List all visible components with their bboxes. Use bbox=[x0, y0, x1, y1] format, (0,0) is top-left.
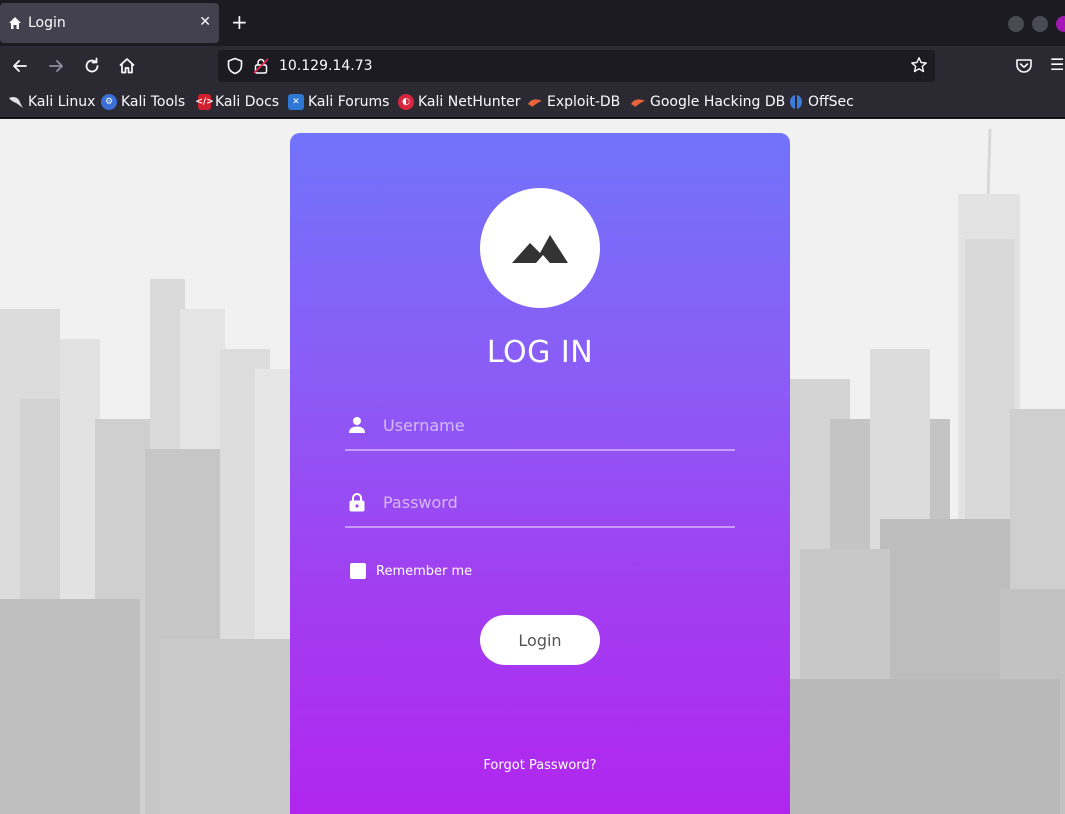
kali-docs-icon: </> bbox=[195, 94, 214, 110]
login-card: LOG IN Remember me Login Forgot Password… bbox=[290, 133, 790, 814]
maximize-window-icon[interactable] bbox=[1032, 16, 1048, 32]
bookmark-label: Exploit-DB bbox=[547, 94, 621, 110]
bookmark-label: Kali Forums bbox=[308, 94, 390, 110]
kali-dragon-icon bbox=[8, 94, 24, 110]
forward-icon[interactable] bbox=[46, 56, 66, 76]
browser-tab-active[interactable]: Login ✕ bbox=[0, 3, 219, 43]
offsec-icon bbox=[788, 94, 804, 110]
bookmarks-toolbar: Kali Linux ⚙ Kali Tools </> Kali Docs ✕ … bbox=[0, 86, 1065, 118]
remember-me-label[interactable]: Remember me bbox=[376, 564, 472, 579]
bookmark-label: Kali Tools bbox=[121, 94, 186, 110]
back-icon[interactable] bbox=[10, 56, 30, 76]
kali-forums-icon: ✕ bbox=[288, 94, 304, 110]
bookmark-label: Kali Linux bbox=[28, 94, 96, 110]
google-hacking-db-icon bbox=[630, 94, 646, 110]
logo-badge bbox=[480, 188, 600, 308]
url-text[interactable]: 10.129.14.73 bbox=[279, 57, 373, 75]
forgot-password-link[interactable]: Forgot Password? bbox=[290, 758, 790, 773]
bookmark-kali-nethunter[interactable]: ◐ Kali NetHunter bbox=[398, 93, 520, 111]
bookmark-star-icon[interactable] bbox=[910, 56, 928, 79]
home-icon[interactable] bbox=[117, 56, 137, 76]
password-input[interactable] bbox=[383, 486, 728, 518]
tab-title: Login bbox=[28, 15, 66, 31]
minimize-window-icon[interactable] bbox=[1008, 16, 1024, 32]
tab-strip: Login ✕ + bbox=[0, 0, 1065, 46]
tracking-protection-icon[interactable] bbox=[226, 57, 244, 75]
password-field bbox=[345, 480, 735, 528]
login-heading: LOG IN bbox=[486, 335, 594, 370]
hamburger-menu-icon[interactable]: ☰ bbox=[1050, 55, 1064, 75]
address-bar[interactable]: 10.129.14.73 bbox=[218, 50, 935, 82]
remember-me-row: Remember me bbox=[350, 563, 472, 579]
bookmark-label: OffSec bbox=[808, 94, 854, 110]
kali-tools-icon: ⚙ bbox=[101, 94, 117, 110]
username-input[interactable] bbox=[383, 409, 728, 441]
username-field bbox=[345, 403, 735, 451]
navigation-toolbar: 10.129.14.73 ☰ bbox=[0, 46, 1065, 86]
bookmark-label: Kali Docs bbox=[215, 94, 280, 110]
insecure-connection-icon[interactable] bbox=[252, 57, 270, 75]
pocket-icon[interactable] bbox=[1014, 56, 1034, 76]
bookmark-google-hacking-db[interactable]: Google Hacking DB bbox=[630, 93, 785, 111]
lock-icon bbox=[348, 492, 366, 512]
login-button[interactable]: Login bbox=[480, 615, 600, 665]
close-window-icon[interactable] bbox=[1056, 16, 1065, 32]
reload-icon[interactable] bbox=[82, 56, 102, 76]
home-favicon-icon bbox=[8, 16, 22, 30]
bookmark-label: Kali NetHunter bbox=[418, 94, 521, 110]
bookmark-offsec[interactable]: OffSec bbox=[788, 93, 854, 111]
user-icon bbox=[348, 415, 366, 435]
bookmark-label: Google Hacking DB bbox=[650, 94, 786, 110]
bookmark-kali-linux[interactable]: Kali Linux bbox=[8, 93, 95, 111]
bookmark-kali-tools[interactable]: ⚙ Kali Tools bbox=[101, 93, 185, 111]
page-viewport: LOG IN Remember me Login Forgot Password… bbox=[0, 119, 1065, 814]
remember-me-checkbox[interactable] bbox=[350, 563, 366, 579]
kali-nethunter-icon: ◐ bbox=[398, 94, 414, 110]
mountain-icon bbox=[512, 235, 568, 263]
bookmark-kali-docs[interactable]: </> Kali Docs bbox=[195, 93, 280, 111]
bookmark-exploit-db[interactable]: Exploit-DB bbox=[527, 93, 620, 111]
close-tab-icon[interactable]: ✕ bbox=[199, 14, 211, 30]
exploit-db-icon bbox=[527, 94, 543, 110]
bookmark-kali-forums[interactable]: ✕ Kali Forums bbox=[288, 93, 389, 111]
new-tab-icon[interactable]: + bbox=[231, 12, 248, 32]
